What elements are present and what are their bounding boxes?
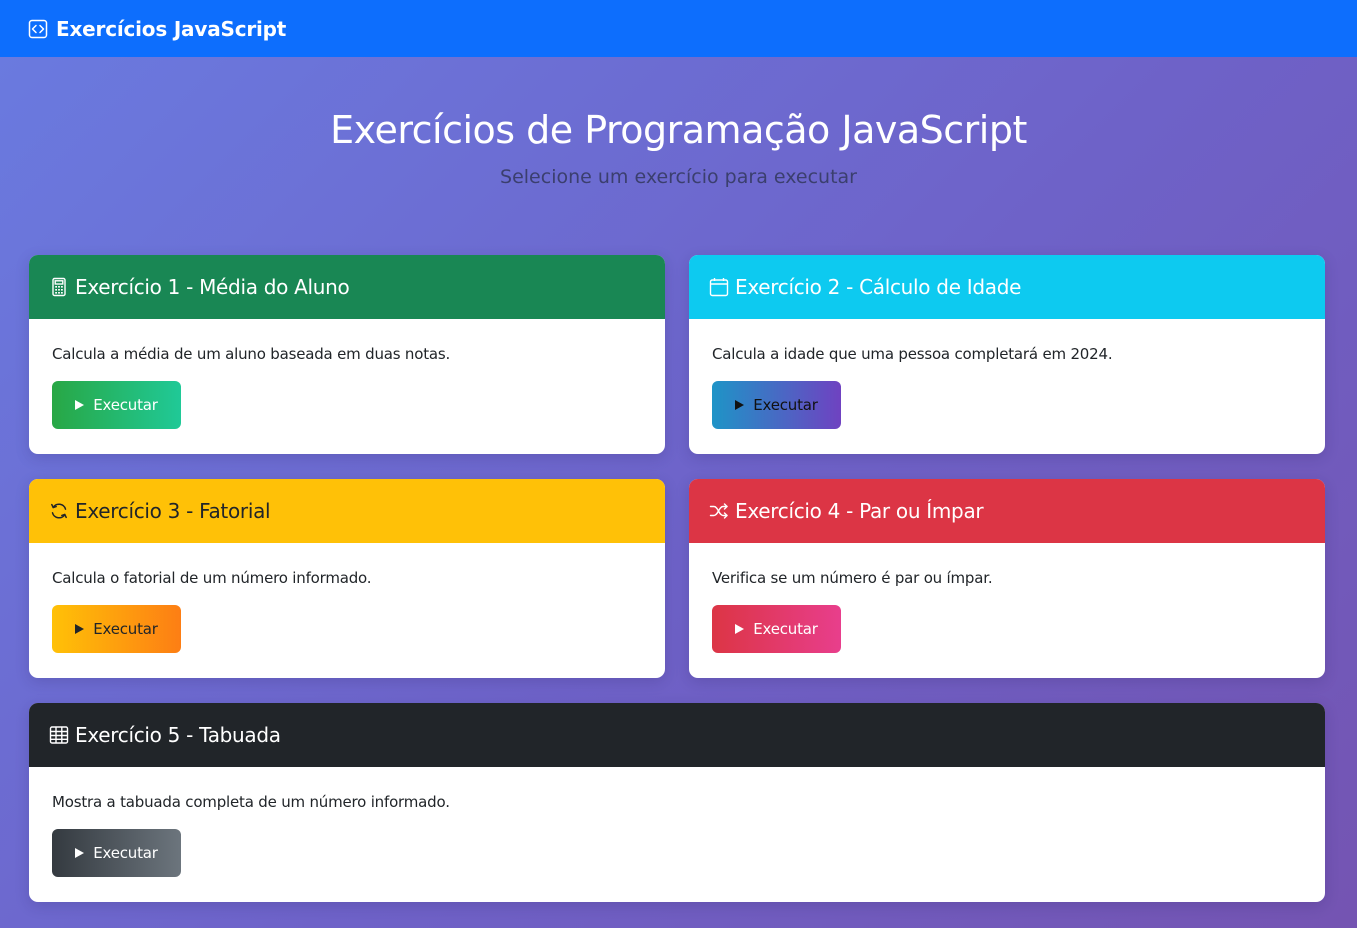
navbar-brand[interactable]: Exercícios JavaScript bbox=[28, 17, 286, 41]
card-description: Calcula a idade que uma pessoa completar… bbox=[712, 345, 1113, 363]
play-icon bbox=[735, 400, 745, 410]
card-body: Mostra a tabuada completa de um número i… bbox=[29, 767, 1325, 877]
table-icon bbox=[49, 725, 69, 745]
card-title: Exercício 3 - Fatorial bbox=[75, 499, 271, 523]
execute-button-4[interactable]: Executar bbox=[712, 605, 841, 653]
play-icon bbox=[735, 624, 745, 634]
button-label: Executar bbox=[93, 620, 158, 638]
card-body: Verifica se um número é par ou ímpar. Ex… bbox=[689, 543, 1325, 653]
execute-button-3[interactable]: Executar bbox=[52, 605, 181, 653]
card-description: Calcula a média de um aluno baseada em d… bbox=[52, 345, 451, 363]
card-title: Exercício 2 - Cálculo de Idade bbox=[735, 275, 1022, 299]
card-header: Exercício 3 - Fatorial bbox=[29, 479, 665, 543]
arrow-repeat-icon bbox=[49, 501, 69, 521]
card-description: Mostra a tabuada completa de um número i… bbox=[52, 793, 450, 811]
calendar-icon bbox=[709, 277, 729, 297]
calculator-icon bbox=[49, 277, 69, 297]
exercise-card-3: Exercício 3 - Fatorial Calcula o fatoria… bbox=[29, 479, 665, 678]
play-icon bbox=[75, 624, 85, 634]
card-title: Exercício 1 - Média do Aluno bbox=[75, 275, 350, 299]
card-header: Exercício 1 - Média do Aluno bbox=[29, 255, 665, 319]
execute-button-2[interactable]: Executar bbox=[712, 381, 841, 429]
exercise-card-1: Exercício 1 - Média do Aluno Calcula a m… bbox=[29, 255, 665, 454]
card-title: Exercício 4 - Par ou Ímpar bbox=[735, 499, 984, 523]
button-label: Executar bbox=[753, 620, 818, 638]
brand-text: Exercícios JavaScript bbox=[56, 16, 287, 41]
hero: Exercícios de Programação JavaScript Sel… bbox=[0, 104, 1357, 188]
play-icon bbox=[75, 848, 85, 858]
execute-button-1[interactable]: Executar bbox=[52, 381, 181, 429]
card-header: Exercício 5 - Tabuada bbox=[29, 703, 1325, 767]
button-label: Executar bbox=[93, 844, 158, 862]
exercise-card-2: Exercício 2 - Cálculo de Idade Calcula a… bbox=[689, 255, 1325, 454]
page-subtitle: Selecione um exercício para executar bbox=[500, 166, 857, 188]
button-label: Executar bbox=[753, 396, 818, 414]
card-body: Calcula a média de um aluno baseada em d… bbox=[29, 319, 665, 429]
shuffle-icon bbox=[709, 501, 729, 521]
exercise-card-4: Exercício 4 - Par ou Ímpar Verifica se u… bbox=[689, 479, 1325, 678]
play-icon bbox=[75, 400, 85, 410]
card-body: Calcula o fatorial de um número informad… bbox=[29, 543, 665, 653]
navbar: Exercícios JavaScript bbox=[0, 0, 1357, 57]
card-header: Exercício 2 - Cálculo de Idade bbox=[689, 255, 1325, 319]
button-label: Executar bbox=[93, 396, 158, 414]
card-title: Exercício 5 - Tabuada bbox=[75, 723, 281, 747]
card-body: Calcula a idade que uma pessoa completar… bbox=[689, 319, 1325, 429]
execute-button-5[interactable]: Executar bbox=[52, 829, 181, 877]
page-title: Exercícios de Programação JavaScript bbox=[330, 108, 1027, 152]
code-square-icon bbox=[28, 19, 48, 39]
card-header: Exercício 4 - Par ou Ímpar bbox=[689, 479, 1325, 543]
exercise-card-5: Exercício 5 - Tabuada Mostra a tabuada c… bbox=[29, 703, 1325, 902]
card-description: Verifica se um número é par ou ímpar. bbox=[712, 569, 993, 587]
card-description: Calcula o fatorial de um número informad… bbox=[52, 569, 372, 587]
